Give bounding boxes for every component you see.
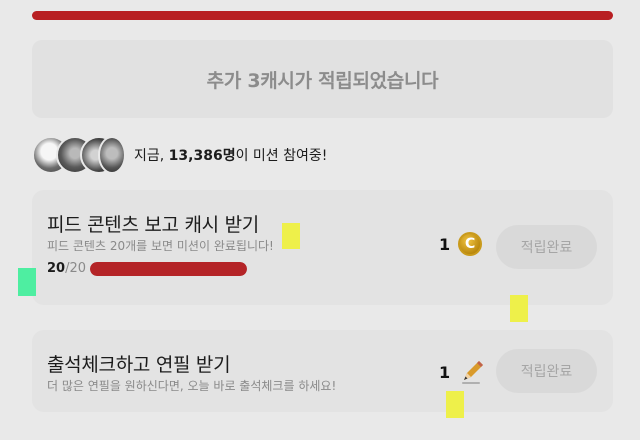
progress-total: /20	[65, 261, 87, 276]
mission-title: 출석체크하고 연필 받기	[47, 354, 231, 376]
highlight-marker	[282, 223, 300, 249]
reward-amount: 1	[439, 362, 451, 382]
highlight-marker	[446, 391, 464, 418]
claim-complete-button[interactable]: 적립완료	[496, 225, 597, 269]
participants-text: 지금, 13,386명이 미션 참여중!	[134, 145, 327, 165]
participants-row: 지금, 13,386명이 미션 참여중!	[32, 136, 613, 174]
coin-icon: C	[458, 232, 483, 256]
participants-count: 13,386명	[168, 148, 236, 164]
mission-card-attendance[interactable]: 출석체크하고 연필 받기 더 많은 연필을 원하신다면, 오늘 바로 출석체크를…	[32, 330, 613, 412]
mission-subtitle: 피드 콘텐츠 20개를 보면 미션이 완료됩니다!	[47, 239, 274, 253]
mission-reward: 1 C	[439, 232, 483, 256]
reward-amount: 1	[439, 234, 451, 254]
mission-subtitle: 더 많은 연필을 원하신다면, 오늘 바로 출석체크를 하세요!	[47, 379, 337, 393]
claim-complete-button[interactable]: 적립완료	[496, 349, 597, 393]
participants-prefix: 지금,	[134, 148, 169, 164]
mission-title: 피드 콘텐츠 보고 캐시 받기	[47, 214, 259, 236]
top-progress-bar	[32, 11, 613, 20]
mission-card-feed[interactable]: 피드 콘텐츠 보고 캐시 받기 피드 콘텐츠 20개를 보면 미션이 완료됩니다…	[32, 190, 613, 305]
banner-text: 추가 3캐시가 적립되었습니다	[206, 69, 439, 92]
avatar	[98, 136, 126, 174]
progress-bar	[90, 261, 248, 276]
pencil-icon	[462, 361, 484, 384]
highlight-marker	[510, 295, 528, 322]
progress-fill	[90, 261, 248, 276]
reward-banner: 추가 3캐시가 적립되었습니다	[32, 40, 613, 118]
participants-suffix: 이 미션 참여중!	[235, 148, 328, 164]
mission-reward: 1	[439, 358, 486, 386]
progress-done: 20	[47, 261, 66, 276]
mission-progress: 20/20	[47, 261, 248, 276]
highlight-marker	[18, 268, 36, 296]
avatar-stack	[32, 136, 128, 174]
